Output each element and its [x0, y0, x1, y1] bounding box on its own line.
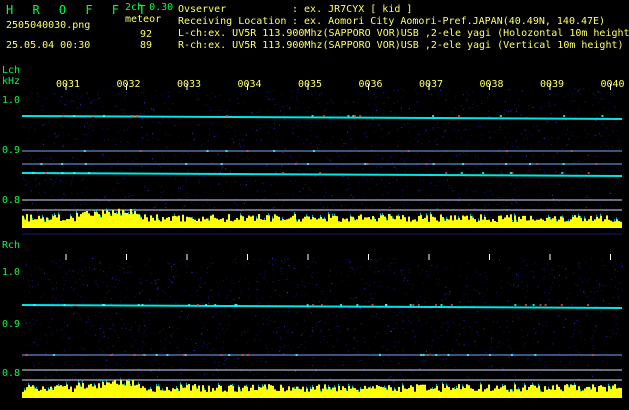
spectrogram [21, 84, 623, 398]
